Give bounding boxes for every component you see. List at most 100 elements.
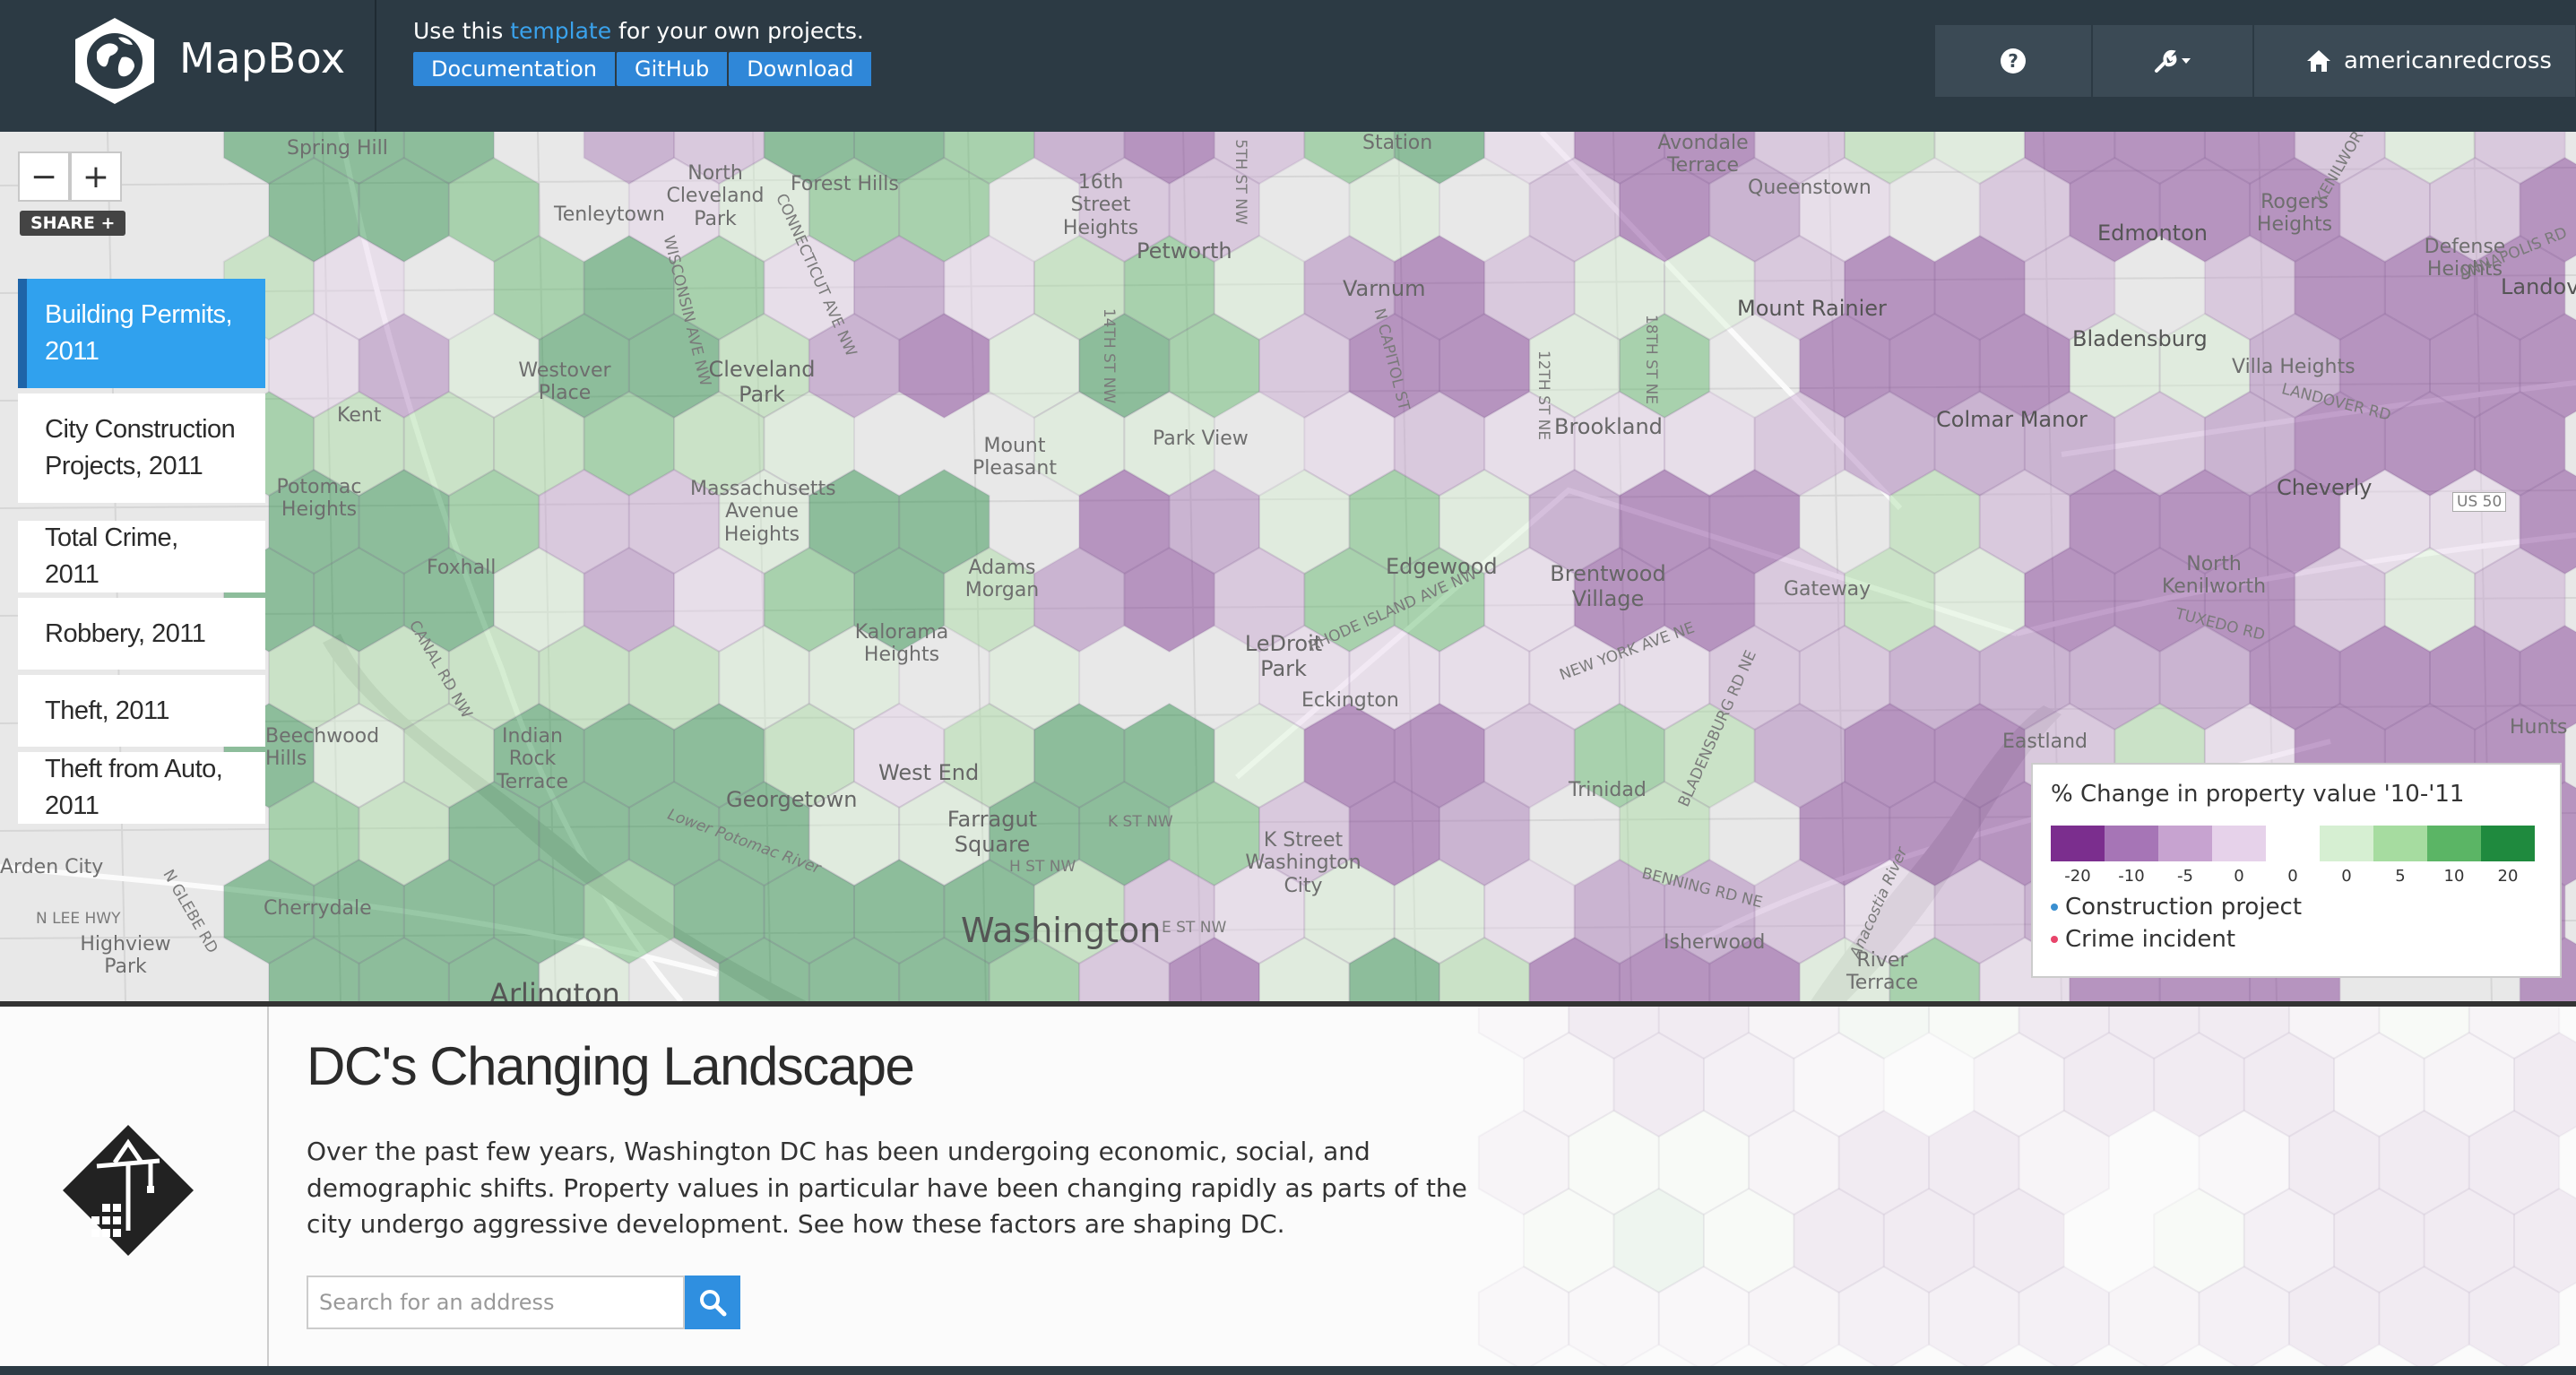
legend-tick: 0: [2287, 867, 2298, 886]
place-label: Villa Heights: [2232, 356, 2356, 378]
place-label: Kalorama Heights: [854, 621, 949, 667]
legend-swatch: [2051, 826, 2105, 861]
legend-swatch: [2481, 826, 2535, 861]
legend-swatch: [2320, 826, 2373, 861]
legend-tick: 10: [2443, 867, 2465, 886]
page-title: DC's Changing Landscape: [307, 1036, 915, 1096]
place-label: Forest Hills: [791, 173, 899, 195]
legend-swatch: [2158, 826, 2212, 861]
layer-robbery[interactable]: Robbery, 2011: [18, 598, 265, 670]
construction-dot-icon: [2051, 904, 2058, 911]
place-label: Isherwood: [1664, 931, 1766, 954]
tagline-suffix: for your own projects.: [618, 18, 864, 44]
place-label: Station: [1362, 132, 1433, 154]
layer-theft[interactable]: Theft, 2011: [18, 675, 265, 747]
svg-text:?: ?: [2008, 50, 2018, 72]
place-label: Tenleytown: [554, 203, 665, 226]
place-label: Cherrydale: [264, 897, 372, 920]
place-label: Westover Place: [518, 359, 611, 405]
layer-building-permits[interactable]: Building Permits, 2011: [18, 279, 265, 388]
legend-tick: 0: [2234, 867, 2244, 886]
road-label: E ST NW: [1162, 919, 1227, 937]
place-label: Eastland: [2002, 731, 2088, 753]
layer-city-construction[interactable]: City Construction Projects, 2011: [18, 393, 265, 503]
globe-hexagon-icon: [75, 18, 154, 104]
legend-crime: Crime incident: [2051, 926, 2235, 953]
top-bar: MapBox Use this template for your own pr…: [0, 0, 2576, 132]
documentation-button[interactable]: Documentation: [413, 52, 618, 86]
right-nav: ? americanredcross: [1935, 25, 2576, 97]
legend-title: % Change in property value '10-'11: [2051, 781, 2465, 808]
help-icon: ?: [2001, 48, 2026, 74]
legend-tick: -5: [2177, 867, 2193, 886]
user-account-button[interactable]: americanredcross: [2254, 25, 2576, 97]
place-label: Hunts: [2510, 716, 2568, 739]
github-button[interactable]: GitHub: [617, 52, 730, 86]
legend-tick: 5: [2395, 867, 2406, 886]
zoom-out-button[interactable]: −: [18, 151, 70, 202]
brand-logo[interactable]: MapBox: [0, 0, 376, 132]
place-label: Cheverly: [2277, 475, 2373, 500]
brand-name: MapBox: [179, 34, 346, 82]
place-label: Bladensburg: [2072, 326, 2208, 351]
place-label: Spring Hill: [287, 137, 388, 160]
download-button[interactable]: Download: [729, 52, 874, 86]
place-label: Edmonton: [2097, 221, 2208, 246]
place-label: Park View: [1153, 428, 1249, 450]
place-label: Farragut Square: [947, 807, 1038, 857]
place-label: North Cleveland Park: [666, 162, 765, 230]
place-label: Massachusetts Avenue Heights: [690, 478, 836, 546]
place-label: Arlington: [489, 977, 620, 1001]
info-panel: DC's Changing Landscape Over the past fe…: [0, 1001, 2576, 1366]
panel-icon-column: [0, 1007, 269, 1366]
place-label: Queenstown: [1748, 177, 1871, 199]
map-legend: % Change in property value '10-'11 -20 -…: [2031, 763, 2562, 978]
place-label: Trinidad: [1569, 779, 1647, 801]
tools-menu-button[interactable]: [2093, 25, 2254, 97]
place-label: Brentwood Village: [1550, 561, 1666, 611]
place-label: Landover: [2501, 274, 2576, 299]
search-input[interactable]: [307, 1276, 685, 1329]
place-label: Edgewood: [1386, 554, 1498, 579]
place-label: Mount Rainier: [1737, 296, 1887, 321]
layer-theft-from-auto[interactable]: Theft from Auto, 2011: [18, 752, 265, 824]
place-label: Washington: [961, 911, 1162, 950]
legend-construction-label: Construction project: [2065, 894, 2303, 921]
crime-dot-icon: [2051, 936, 2058, 943]
place-label: Brookland: [1554, 414, 1663, 439]
user-name: americanredcross: [2344, 48, 2552, 74]
template-link[interactable]: template: [510, 18, 611, 44]
road-label: H ST NW: [1009, 858, 1076, 876]
legend-scale: [2051, 826, 2535, 861]
map[interactable]: Spring Hill Tenleytown North Cleveland P…: [0, 132, 2576, 1001]
legend-swatch: [2427, 826, 2481, 861]
place-label: Highview Park: [80, 933, 171, 979]
place-label: Cleveland Park: [708, 357, 816, 407]
place-label: Avondale Terrace: [1657, 132, 1749, 177]
place-label: Adams Morgan: [964, 557, 1040, 602]
search-button[interactable]: [685, 1276, 740, 1329]
layer-switcher: Building Permits, 2011 City Construction…: [18, 279, 265, 829]
legend-tick: 0: [2341, 867, 2352, 886]
help-button[interactable]: ?: [1935, 25, 2093, 97]
legend-swatch: [2373, 826, 2427, 861]
address-search: [307, 1276, 740, 1329]
place-label: Petworth: [1137, 238, 1232, 264]
road-label: K ST NW: [1108, 813, 1173, 831]
place-label: Potomac Heights: [276, 476, 362, 522]
place-label: North Kenilworth: [2161, 553, 2267, 599]
road-label: 18TH ST NE: [1642, 314, 1661, 405]
legend-tick: -20: [2064, 867, 2091, 886]
zoom-in-button[interactable]: +: [70, 151, 122, 202]
place-label: Beechwood Hills: [265, 725, 380, 771]
share-button[interactable]: SHARE +: [20, 211, 126, 236]
road-label: 5TH ST NW: [1231, 139, 1249, 225]
layer-total-crime[interactable]: Total Crime, 2011: [18, 521, 265, 592]
place-label: Kent: [337, 404, 382, 427]
place-label: Colmar Manor: [1936, 407, 2088, 432]
road-label: US 50: [2452, 492, 2507, 512]
place-label: Foxhall: [427, 557, 497, 579]
place-label: West End: [878, 760, 980, 785]
tagline-prefix: Use this: [413, 18, 504, 44]
legend-construction: Construction project: [2051, 894, 2302, 921]
